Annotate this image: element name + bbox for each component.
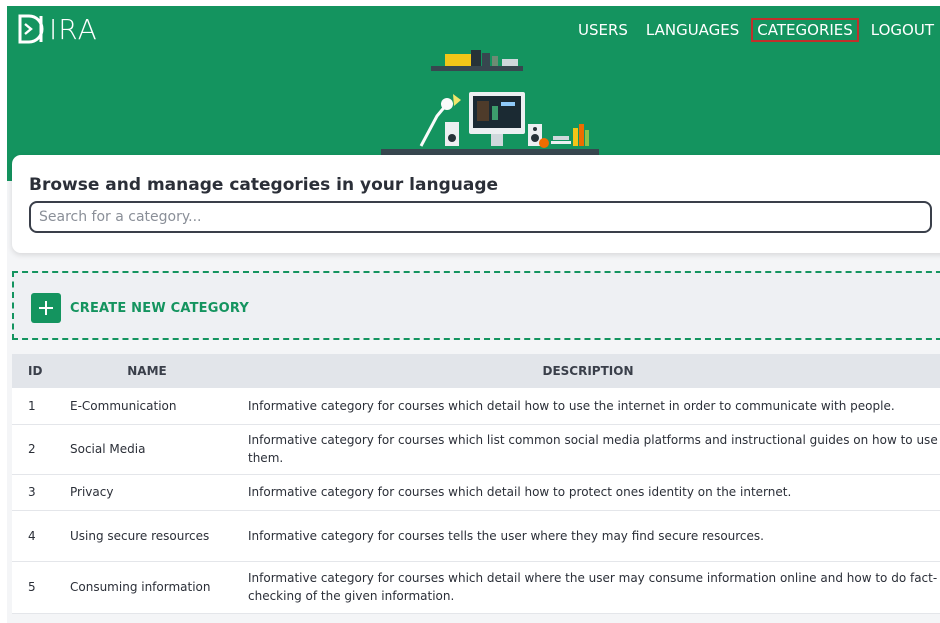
plus-icon — [31, 293, 61, 323]
nav-logout[interactable]: LOGOUT — [865, 18, 940, 42]
row-id: 4 — [28, 528, 36, 543]
nav-categories[interactable]: CATEGORIES — [751, 18, 859, 42]
search-input[interactable] — [29, 201, 932, 233]
logo[interactable]: IRA — [17, 12, 98, 46]
row-name: Consuming information — [70, 580, 211, 594]
app-container: IRA USERS LANGUAGES CATEGORIES LOGOUT Br… — [7, 6, 940, 623]
nav-languages[interactable]: LANGUAGES — [640, 18, 745, 42]
row-name: E-Communication — [70, 398, 177, 413]
logo-text: IRA — [49, 12, 98, 46]
row-name: Using secure resources — [70, 528, 210, 543]
row-description: Informative category for courses which d… — [248, 485, 792, 499]
row-description: Informative category for courses which d… — [248, 398, 895, 413]
create-category-label: CREATE NEW CATEGORY — [70, 300, 249, 316]
nav-users[interactable]: USERS — [572, 18, 634, 42]
table-row[interactable]: 3 Privacy Informative category for cours… — [12, 474, 940, 510]
row-id: 2 — [28, 442, 36, 456]
create-category-button[interactable]: CREATE NEW CATEGORY — [31, 293, 249, 323]
table-header-row: ID NAME DESCRIPTION — [12, 354, 940, 388]
page-title: Browse and manage categories in your lan… — [29, 175, 499, 195]
table-row[interactable]: 1 E-Communication Informative category f… — [12, 388, 940, 424]
create-category-area: CREATE NEW CATEGORY — [12, 271, 940, 340]
row-description: Informative category for courses tells t… — [248, 528, 764, 543]
row-description: Informative category for courses which d… — [248, 571, 938, 603]
row-name: Privacy — [70, 485, 114, 499]
header-description[interactable]: DESCRIPTION — [244, 354, 940, 388]
table-row[interactable]: 2 Social Media Informative category for … — [12, 424, 940, 474]
row-name: Social Media — [70, 442, 146, 456]
table-row[interactable]: 5 Consuming information Informative cate… — [12, 561, 940, 613]
table-row[interactable]: 4 Using secure resources Informative cat… — [12, 510, 940, 561]
row-description: Informative category for courses which l… — [248, 433, 938, 465]
row-id: 1 — [28, 398, 36, 413]
logo-mark-icon — [18, 14, 44, 44]
row-id: 3 — [28, 485, 36, 499]
search-card: Browse and manage categories in your lan… — [12, 155, 940, 253]
top-nav: USERS LANGUAGES CATEGORIES LOGOUT — [566, 18, 940, 42]
categories-table: ID NAME DESCRIPTION 1 E-Communication In… — [12, 354, 940, 614]
header-id[interactable]: ID — [12, 354, 60, 388]
row-id: 5 — [28, 580, 36, 594]
desk-illustration-image — [381, 50, 599, 155]
header-name[interactable]: NAME — [60, 354, 244, 388]
